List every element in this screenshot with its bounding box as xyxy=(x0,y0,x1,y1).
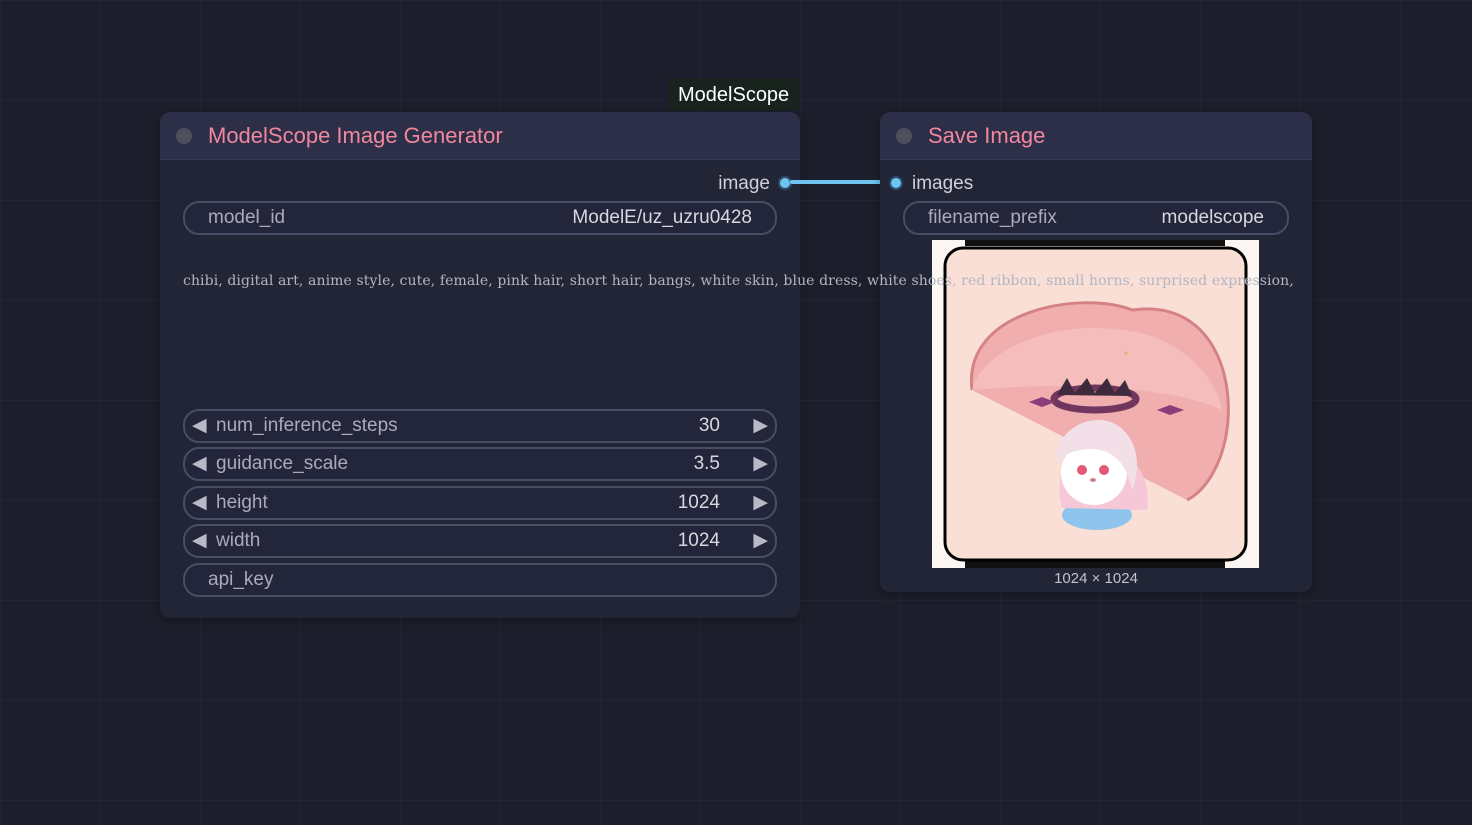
output-slot-label: image xyxy=(718,173,770,194)
increment-arrow-icon[interactable]: ▶ xyxy=(753,411,768,441)
image-size-label: 1024 × 1024 xyxy=(1054,570,1138,587)
widget-value: 30 xyxy=(698,415,720,436)
increment-arrow-icon[interactable]: ▶ xyxy=(753,488,768,518)
decrement-arrow-icon[interactable]: ◀ xyxy=(192,449,207,479)
save-image-node[interactable]: Save Image images filename_prefix models… xyxy=(880,112,1312,592)
widget-label: num_inference_steps xyxy=(216,415,398,436)
decrement-arrow-icon[interactable]: ◀ xyxy=(192,526,207,556)
model-id-widget[interactable]: model_id ModelE/uz_uzru0428 xyxy=(183,201,777,235)
increment-arrow-icon[interactable]: ▶ xyxy=(753,449,768,479)
node-header[interactable]: ModelScope Image Generator xyxy=(160,112,800,160)
decrement-arrow-icon[interactable]: ◀ xyxy=(192,488,207,518)
input-slot-label: images xyxy=(912,173,974,194)
widget-label: filename_prefix xyxy=(928,207,1057,228)
widget-value: modelscope xyxy=(1161,207,1264,228)
height-widget[interactable]: ◀ height 1024 ▶ xyxy=(183,486,777,520)
decrement-arrow-icon[interactable]: ◀ xyxy=(192,411,207,441)
widget-value: 1024 xyxy=(677,530,720,551)
node-canvas[interactable]: ModelScope ModelScope Image Generator im… xyxy=(0,0,1472,825)
connection-wire[interactable] xyxy=(790,180,894,184)
image-preview[interactable] xyxy=(932,240,1259,568)
increment-arrow-icon[interactable]: ▶ xyxy=(753,526,768,556)
widget-label: height xyxy=(216,492,268,513)
collapse-dot-icon[interactable] xyxy=(176,128,192,144)
widget-value: ModelE/uz_uzru0428 xyxy=(572,207,752,228)
input-slot-dot[interactable] xyxy=(889,176,903,190)
guidance-scale-widget[interactable]: ◀ guidance_scale 3.5 ▶ xyxy=(183,447,777,481)
filename-prefix-widget[interactable]: filename_prefix modelscope xyxy=(903,201,1289,235)
modelscope-generator-node[interactable]: ModelScope Image Generator image model_i… xyxy=(160,112,800,618)
widget-value: 1024 xyxy=(677,492,720,513)
generated-image xyxy=(932,240,1259,568)
widget-label: guidance_scale xyxy=(216,453,349,474)
widget-label: model_id xyxy=(208,207,286,228)
width-widget[interactable]: ◀ width 1024 ▶ xyxy=(183,524,777,558)
widget-label: width xyxy=(216,530,261,551)
api-key-input[interactable]: api_key xyxy=(183,563,777,597)
widget-label: api_key xyxy=(208,569,274,590)
node-title: Save Image xyxy=(928,123,1046,148)
collapse-dot-icon[interactable] xyxy=(896,128,912,144)
node-title: ModelScope Image Generator xyxy=(208,123,503,148)
prompt-textarea[interactable]: chibi, digital art, anime style, cute, f… xyxy=(183,273,1294,289)
node-header[interactable]: Save Image xyxy=(880,112,1312,160)
num-inference-steps-widget[interactable]: ◀ num_inference_steps 30 ▶ xyxy=(183,409,777,443)
widget-value: 3.5 xyxy=(693,453,720,474)
group-badge[interactable]: ModelScope xyxy=(668,78,800,110)
